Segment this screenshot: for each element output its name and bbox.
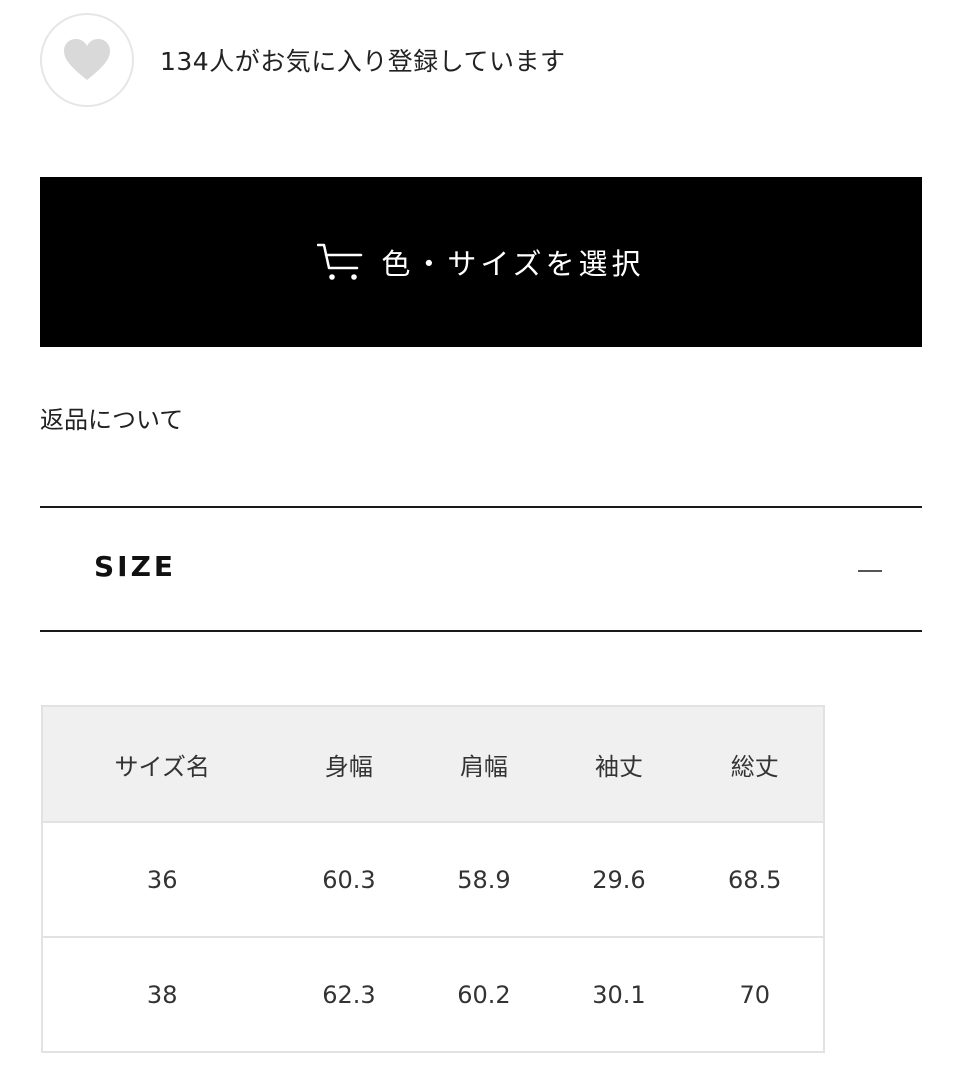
table-cell: 60.2 xyxy=(416,936,552,1053)
table-cell: 58.9 xyxy=(416,821,552,938)
column-header: 総丈 xyxy=(686,705,825,823)
returns-link[interactable]: 返品について xyxy=(40,400,183,435)
minus-icon[interactable] xyxy=(858,570,882,572)
favorite-button[interactable] xyxy=(40,13,134,107)
table-row: 38 62.3 60.2 30.1 70 xyxy=(40,936,825,1053)
column-header: 肩幅 xyxy=(416,705,552,823)
size-section-title: SIZE xyxy=(94,550,177,583)
table-cell: 29.6 xyxy=(551,821,687,938)
favorite-count-text: 134人がお気に入り登録しています xyxy=(160,47,566,76)
table-cell: 68.5 xyxy=(686,821,825,938)
favorite-row: 134人がお気に入り登録しています xyxy=(40,10,565,110)
size-table: サイズ名 身幅 肩幅 袖丈 総丈 36 60.3 58.9 29.6 68.5 … xyxy=(40,705,825,1053)
table-cell: 62.3 xyxy=(281,936,417,1053)
heart-icon xyxy=(64,39,110,80)
table-cell: 36 xyxy=(40,821,282,938)
table-cell: 70 xyxy=(686,936,825,1053)
table-cell: 38 xyxy=(40,936,282,1053)
table-row: 36 60.3 58.9 29.6 68.5 xyxy=(40,821,825,938)
table-cell: 30.1 xyxy=(551,936,687,1053)
table-cell: 60.3 xyxy=(281,821,417,938)
cart-icon xyxy=(317,242,363,282)
size-accordion-header[interactable]: SIZE xyxy=(40,506,922,632)
select-button-label: 色・サイズを選択 xyxy=(381,247,645,281)
column-header: 袖丈 xyxy=(551,705,687,823)
column-header: 身幅 xyxy=(281,705,417,823)
column-header: サイズ名 xyxy=(40,705,282,823)
table-header-row: サイズ名 身幅 肩幅 袖丈 総丈 xyxy=(40,705,825,823)
select-color-size-button[interactable]: 色・サイズを選択 xyxy=(40,177,922,347)
